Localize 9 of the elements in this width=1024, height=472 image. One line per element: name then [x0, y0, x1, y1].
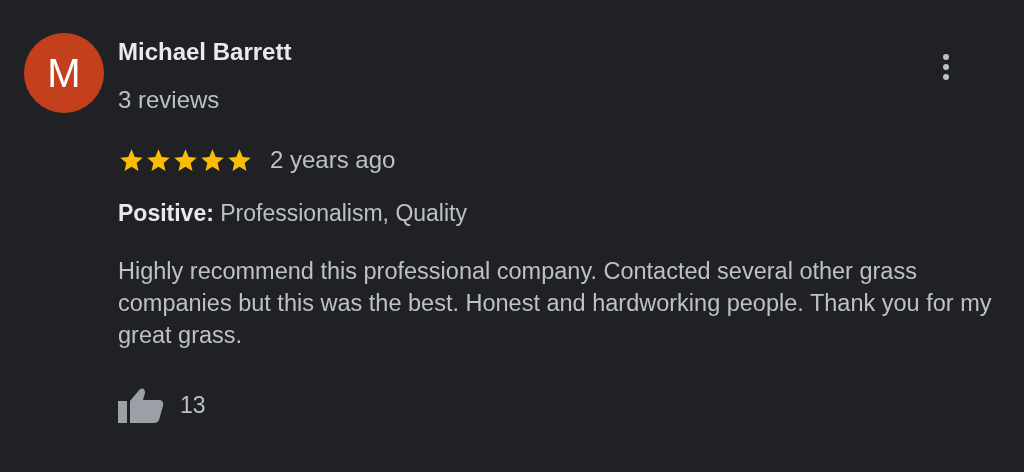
more-options-icon[interactable]: [942, 53, 950, 81]
review-text: Highly recommend this professional company. Contacted several other grass companies but this was the best. Honest and hardworking people. Thank you for my great grass.: [118, 257, 993, 350]
thumbs-up-icon[interactable]: [118, 387, 164, 423]
review-highlights: Positive: Professionalism, Quality: [118, 199, 467, 228]
reviewer-name[interactable]: Michael Barrett: [118, 37, 292, 67]
avatar: M: [24, 33, 104, 113]
review-count: 3 reviews: [118, 85, 220, 115]
like-count: 13: [180, 391, 206, 419]
review-date: 2 years ago: [270, 145, 396, 175]
